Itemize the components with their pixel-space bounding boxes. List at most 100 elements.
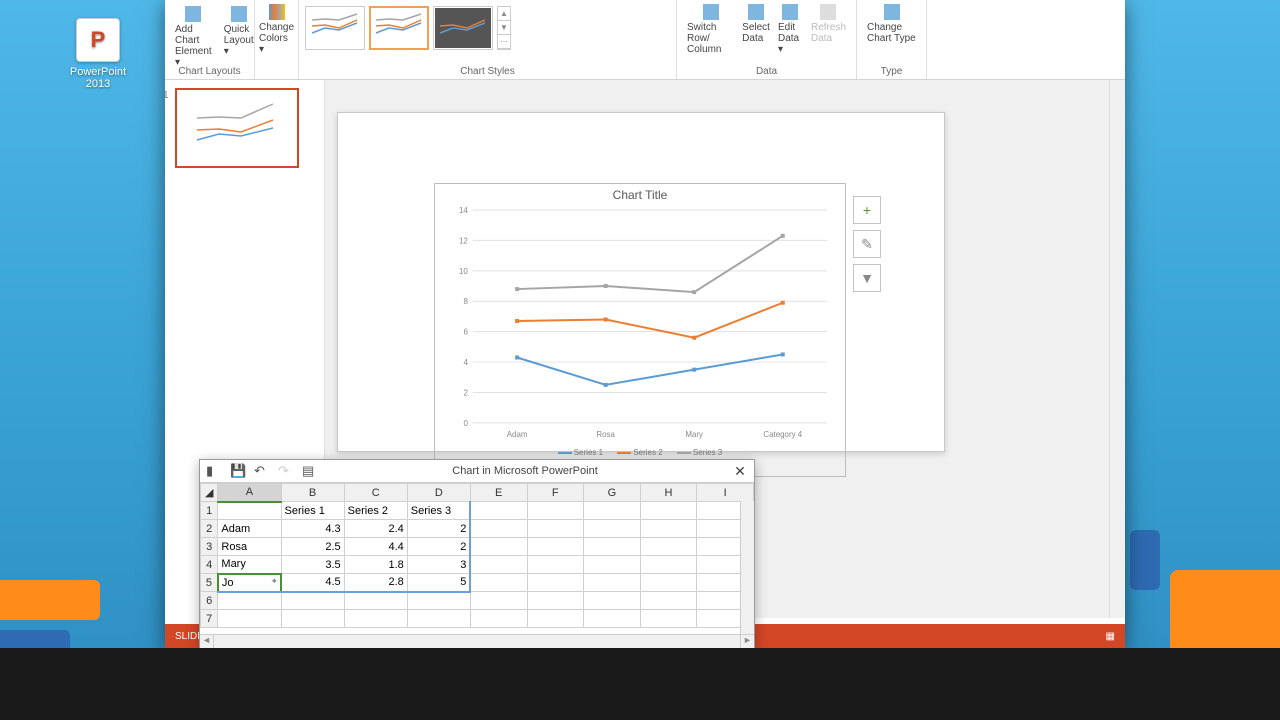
chart-filter-button[interactable]: ▼ xyxy=(853,264,881,292)
cell-A5[interactable]: Jo✦ xyxy=(218,574,281,592)
options-icon[interactable]: ▤ xyxy=(302,463,318,479)
cell-D4[interactable]: 3 xyxy=(407,556,470,574)
cell-F3[interactable] xyxy=(527,538,584,556)
chart-style-1[interactable] xyxy=(305,6,365,50)
cell-A7[interactable] xyxy=(218,610,281,628)
cell-H2[interactable] xyxy=(640,520,697,538)
cell-D5[interactable]: 5 xyxy=(407,574,470,592)
cell-B2[interactable]: 4.3 xyxy=(281,520,344,538)
row-header-7[interactable]: 7 xyxy=(201,610,218,628)
row-header-4[interactable]: 4 xyxy=(201,556,218,574)
cell-F6[interactable] xyxy=(527,592,584,610)
quick-layout-button[interactable]: Quick Layout ▾ xyxy=(220,4,258,59)
chart-style-2[interactable] xyxy=(369,6,429,50)
select-all-cell[interactable]: ◢ xyxy=(201,484,218,502)
cell-A4[interactable]: Mary xyxy=(218,556,281,574)
cell-D3[interactable]: 2 xyxy=(407,538,470,556)
row-header-1[interactable]: 1 xyxy=(201,502,218,520)
cell-A1[interactable] xyxy=(218,502,281,520)
cell-B5[interactable]: 4.5 xyxy=(281,574,344,592)
cell-C4[interactable]: 1.8 xyxy=(344,556,407,574)
chart-container[interactable]: Chart Title 02468101214AdamRosaMaryCateg… xyxy=(434,183,846,477)
cell-G6[interactable] xyxy=(584,592,641,610)
cell-E3[interactable] xyxy=(470,538,527,556)
view-normal-icon[interactable]: ▦ xyxy=(1106,631,1115,642)
cell-E6[interactable] xyxy=(470,592,527,610)
cell-C3[interactable]: 4.4 xyxy=(344,538,407,556)
cell-F4[interactable] xyxy=(527,556,584,574)
cell-B7[interactable] xyxy=(281,610,344,628)
col-header-C[interactable]: C xyxy=(344,484,407,502)
cell-H1[interactable] xyxy=(640,502,697,520)
cell-G5[interactable] xyxy=(584,574,641,592)
col-header-F[interactable]: F xyxy=(527,484,584,502)
switch-row-column-button[interactable]: Switch Row/ Column xyxy=(683,2,738,60)
change-chart-type-button[interactable]: Change Chart Type xyxy=(863,2,920,60)
cell-G1[interactable] xyxy=(584,502,641,520)
cell-G7[interactable] xyxy=(584,610,641,628)
change-colors-button[interactable]: Change Colors ▾ xyxy=(261,2,292,60)
cell-F1[interactable] xyxy=(527,502,584,520)
chart-styles-scroll[interactable]: ▲▼⋯ xyxy=(497,6,511,50)
col-header-I[interactable]: I xyxy=(697,484,754,502)
select-data-button[interactable]: Select Data xyxy=(738,2,774,60)
cell-E7[interactable] xyxy=(470,610,527,628)
desktop-icon-powerpoint[interactable]: P PowerPoint 2013 xyxy=(58,18,138,90)
cell-F5[interactable] xyxy=(527,574,584,592)
chart-title[interactable]: Chart Title xyxy=(435,184,845,206)
cell-D1[interactable]: Series 3 xyxy=(407,502,470,520)
edit-data-button[interactable]: Edit Data ▾ xyxy=(774,2,807,60)
col-header-H[interactable]: H xyxy=(640,484,697,502)
datasheet-vscroll[interactable] xyxy=(740,501,754,634)
cell-E2[interactable] xyxy=(470,520,527,538)
cell-B1[interactable]: Series 1 xyxy=(281,502,344,520)
col-header-B[interactable]: B xyxy=(281,484,344,502)
cell-D7[interactable] xyxy=(407,610,470,628)
cell-B6[interactable] xyxy=(281,592,344,610)
cell-D2[interactable]: 2 xyxy=(407,520,470,538)
cell-H3[interactable] xyxy=(640,538,697,556)
cell-G2[interactable] xyxy=(584,520,641,538)
cell-G4[interactable] xyxy=(584,556,641,574)
chart-styles-button[interactable]: ✎ xyxy=(853,230,881,258)
col-header-E[interactable]: E xyxy=(470,484,527,502)
add-chart-element-button[interactable]: Add Chart Element ▾ xyxy=(171,4,216,70)
row-header-3[interactable]: 3 xyxy=(201,538,218,556)
chart-elements-button[interactable]: + xyxy=(853,196,881,224)
cell-A6[interactable] xyxy=(218,592,281,610)
undo-icon[interactable]: ↶ xyxy=(254,463,270,479)
chart-style-3[interactable] xyxy=(433,6,493,50)
chart-plot-area[interactable]: 02468101214AdamRosaMaryCategory 4 xyxy=(443,206,837,444)
row-header-6[interactable]: 6 xyxy=(201,592,218,610)
cell-H4[interactable] xyxy=(640,556,697,574)
col-header-G[interactable]: G xyxy=(584,484,641,502)
cell-F2[interactable] xyxy=(527,520,584,538)
cell-F7[interactable] xyxy=(527,610,584,628)
row-header-2[interactable]: 2 xyxy=(201,520,218,538)
cell-C1[interactable]: Series 2 xyxy=(344,502,407,520)
cell-C6[interactable] xyxy=(344,592,407,610)
cell-E1[interactable] xyxy=(470,502,527,520)
cell-E4[interactable] xyxy=(470,556,527,574)
cell-A2[interactable]: Adam xyxy=(218,520,281,538)
cell-H5[interactable] xyxy=(640,574,697,592)
cell-E5[interactable] xyxy=(470,574,527,592)
cell-C7[interactable] xyxy=(344,610,407,628)
cell-C5[interactable]: 2.8 xyxy=(344,574,407,592)
cell-B3[interactable]: 2.5 xyxy=(281,538,344,556)
row-header-5[interactable]: 5 xyxy=(201,574,218,592)
save-icon[interactable]: 💾 xyxy=(230,463,246,479)
slide-thumbnail-1[interactable]: 1 xyxy=(175,88,299,168)
datasheet-titlebar[interactable]: ▮ 💾 ↶ ↷ ▤ Chart in Microsoft PowerPoint … xyxy=(200,460,754,482)
cell-D6[interactable] xyxy=(407,592,470,610)
slide[interactable]: Chart Title 02468101214AdamRosaMaryCateg… xyxy=(337,112,945,452)
close-button[interactable]: ✕ xyxy=(732,463,748,479)
cell-H6[interactable] xyxy=(640,592,697,610)
cell-B4[interactable]: 3.5 xyxy=(281,556,344,574)
col-header-A[interactable]: A xyxy=(218,484,281,502)
cell-A3[interactable]: Rosa xyxy=(218,538,281,556)
datasheet-grid[interactable]: ◢ABCDEFGHI1Series 1Series 2Series 32Adam… xyxy=(200,482,754,634)
col-header-D[interactable]: D xyxy=(407,484,470,502)
vertical-scrollbar[interactable] xyxy=(1109,80,1125,618)
cell-G3[interactable] xyxy=(584,538,641,556)
